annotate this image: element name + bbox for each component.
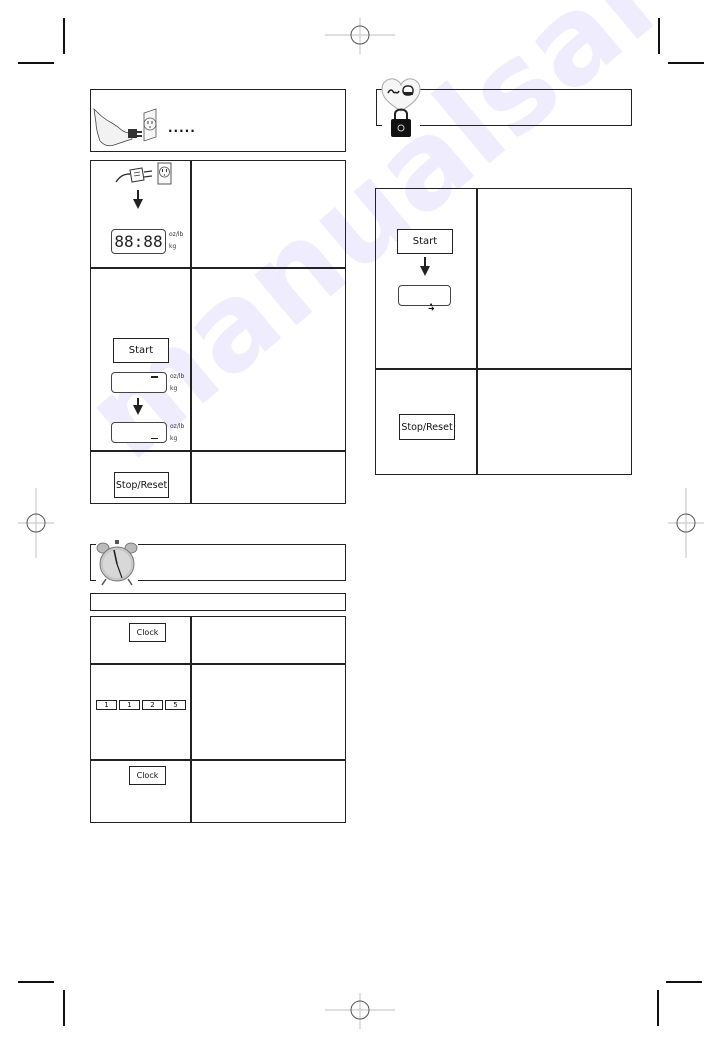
number-key-1[interactable]: 1	[96, 700, 117, 710]
number-key-1[interactable]: 1	[119, 700, 140, 710]
display-child-lock: •	[398, 285, 451, 309]
outlet-icon	[157, 162, 172, 185]
table-divider-row-2	[90, 759, 346, 761]
registration-mark-bottom	[325, 993, 395, 1029]
table-divider-row-1	[375, 368, 632, 370]
unit-kg: kg	[169, 243, 177, 250]
registration-mark-top	[325, 18, 395, 54]
lock-indicator-arrow-icon: ➜	[428, 304, 435, 313]
child-lock-header-box	[420, 89, 632, 126]
alarm-clock-icon	[96, 540, 138, 586]
table-divider-vertical	[476, 188, 478, 475]
number-key-2[interactable]: 2	[142, 700, 163, 710]
table-divider-row-1	[90, 663, 346, 665]
crop-mark-top-left-v	[63, 18, 65, 54]
unit-oz-lb: oz/lb	[169, 231, 184, 238]
table-divider-row-2	[90, 450, 346, 452]
start-button[interactable]: Start	[113, 338, 169, 363]
unit-oz-lb: oz/lb	[170, 373, 185, 380]
registration-mark-right	[668, 488, 704, 558]
crop-mark-bottom-left-v	[63, 990, 65, 1026]
table-divider-vertical	[190, 616, 192, 823]
crop-mark-top-left-h	[18, 62, 54, 64]
table-divider-vertical	[190, 160, 192, 504]
hand-plugging-outlet-icon	[93, 107, 157, 147]
clock-steps-table	[90, 616, 346, 823]
clock-header-box	[138, 544, 346, 581]
display-start-after	[111, 422, 167, 443]
unit-kg: kg	[170, 385, 178, 392]
stop-reset-button[interactable]: Stop/Reset	[114, 472, 169, 498]
plug-icon	[115, 167, 153, 183]
crop-mark-bottom-left-h	[18, 981, 54, 983]
crop-mark-bottom-right-v	[657, 990, 659, 1026]
power-steps-table	[90, 160, 346, 504]
display-88-88: 88:88	[111, 229, 166, 254]
table-divider-row-1	[90, 267, 346, 269]
display-start-before	[111, 372, 167, 393]
start-button[interactable]: Start	[397, 229, 453, 254]
number-key-5[interactable]: 5	[165, 700, 186, 710]
display-digits: 88:88	[114, 232, 163, 251]
crop-mark-top-right-v	[658, 18, 660, 54]
registration-mark-left	[18, 488, 54, 558]
display-segment-bottom	[151, 437, 158, 439]
stop-reset-button[interactable]: Stop/Reset	[399, 414, 455, 440]
clock-subheader-bar	[90, 593, 346, 611]
crop-mark-top-right-h	[668, 62, 704, 64]
display-segment-top	[151, 376, 158, 378]
header-dots: .....	[168, 121, 196, 135]
clock-button[interactable]: Clock	[129, 766, 166, 785]
crop-mark-bottom-right-h	[666, 981, 702, 983]
child-lock-icon	[381, 78, 421, 137]
clock-button[interactable]: Clock	[129, 623, 166, 642]
unit-kg: kg	[170, 435, 178, 442]
unit-oz-lb: oz/lb	[170, 423, 185, 430]
